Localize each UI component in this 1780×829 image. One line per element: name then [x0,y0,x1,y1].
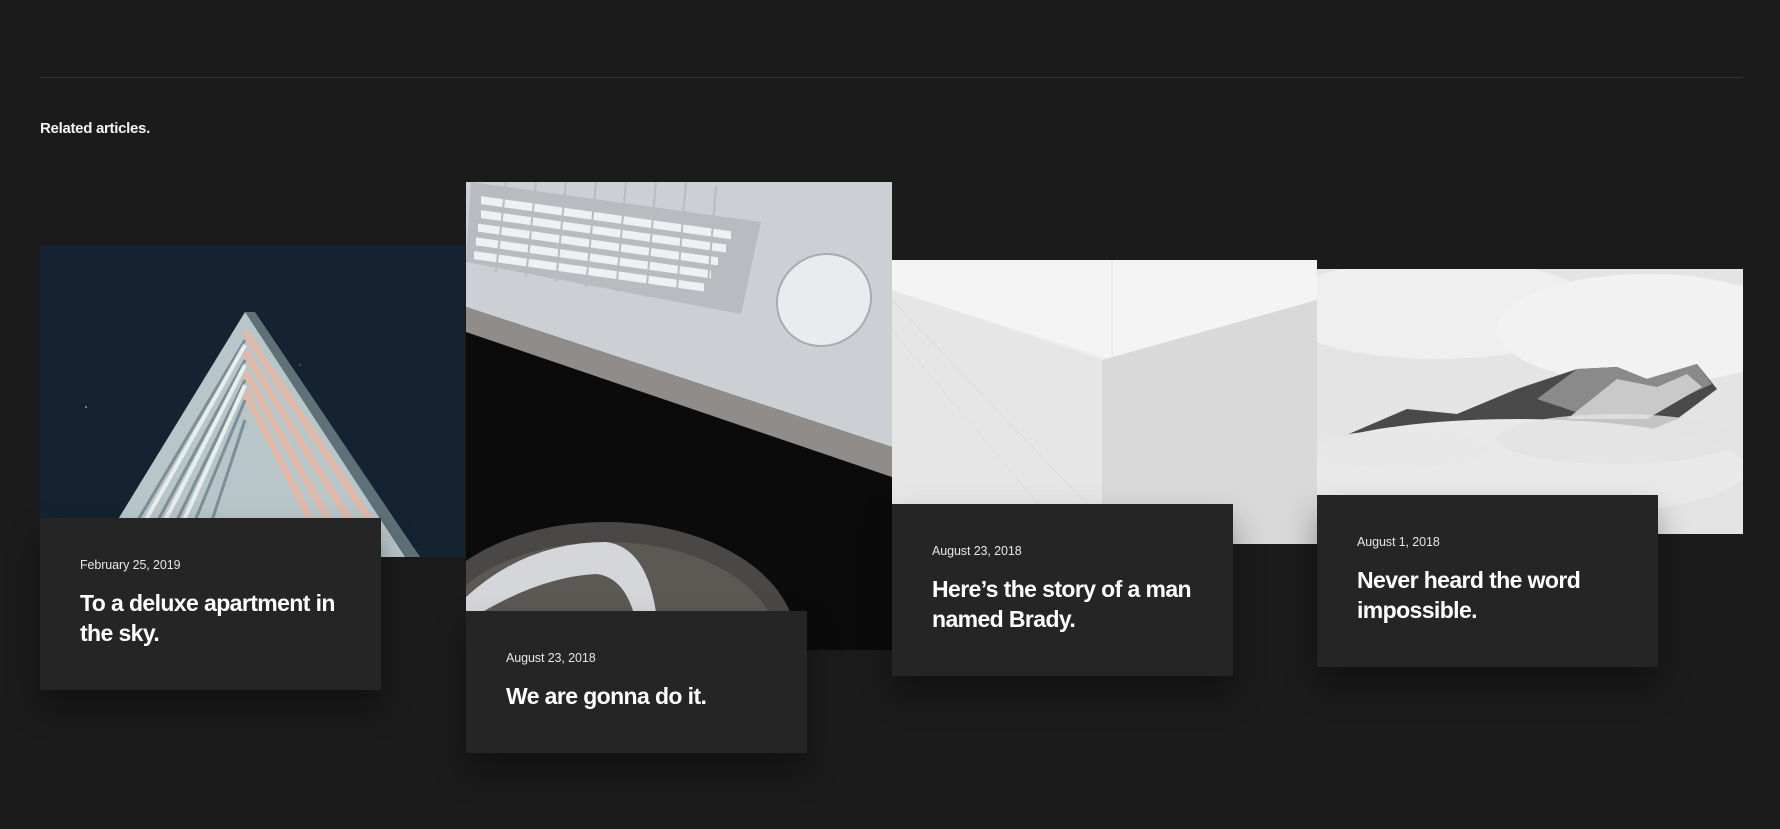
article-caption[interactable]: August 1, 2018 Never heard the word impo… [1317,495,1658,667]
section-divider [40,77,1743,78]
article-caption[interactable]: February 25, 2019 To a deluxe apartment … [40,518,381,690]
article-thumbnail-building[interactable] [40,245,465,557]
article-date: February 25, 2019 [80,558,181,572]
article-thumbnail-wall[interactable] [892,260,1317,544]
article-thumbnail-desk[interactable] [466,182,892,650]
article-title[interactable]: Here’s the story of a man named Brady. [932,574,1193,634]
article-card-never-heard[interactable]: August 1, 2018 Never heard the word impo… [1317,269,1743,667]
article-title[interactable]: To a deluxe apartment in the sky. [80,588,341,648]
article-date: August 1, 2018 [1357,535,1440,549]
article-title[interactable]: We are gonna do it. [506,681,767,711]
article-title[interactable]: Never heard the word impossible. [1357,565,1618,625]
article-card-deluxe-apartment[interactable]: February 25, 2019 To a deluxe apartment … [40,245,465,690]
article-caption[interactable]: August 23, 2018 We are gonna do it. [466,611,807,753]
article-date: August 23, 2018 [506,651,596,665]
related-articles-section: Related articles. February 25, 2019 To a… [0,0,1780,829]
article-caption[interactable]: August 23, 2018 Here’s the story of a ma… [892,504,1233,676]
article-date: August 23, 2018 [932,544,1022,558]
article-card-brady[interactable]: August 23, 2018 Here’s the story of a ma… [892,260,1317,676]
article-card-gonna-do-it[interactable]: August 23, 2018 We are gonna do it. [466,182,892,753]
section-heading: Related articles. [40,120,150,137]
